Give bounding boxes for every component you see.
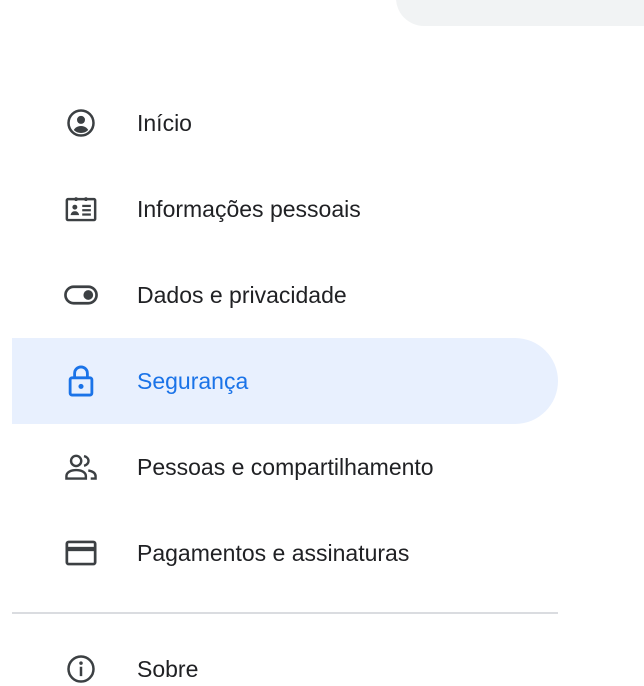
nav-item-informacoes-pessoais[interactable]: Informações pessoais [0, 166, 644, 252]
nav-item-label: Informações pessoais [137, 195, 361, 222]
id-card-icon [61, 189, 101, 229]
nav-item-label: Sobre [137, 655, 199, 682]
nav-item-sobre[interactable]: Sobre [0, 626, 644, 686]
credit-card-icon [61, 533, 101, 573]
nav-item-pessoas-e-compartilhamento[interactable]: Pessoas e compartilhamento [0, 424, 644, 510]
nav-item-pagamentos-e-assinaturas[interactable]: Pagamentos e assinaturas [0, 510, 644, 596]
sidebar-nav: Início Informações pessoais Dados e priv… [0, 80, 644, 596]
nav-item-label: Início [137, 109, 192, 136]
nav-item-label: Dados e privacidade [137, 281, 347, 308]
toggle-icon [61, 275, 101, 315]
nav-item-label: Pagamentos e assinaturas [137, 539, 410, 566]
nav-item-inicio[interactable]: Início [0, 80, 644, 166]
lock-icon [61, 361, 101, 401]
info-icon [61, 649, 101, 686]
nav-item-label: Segurança [137, 367, 249, 394]
account-circle-icon [61, 103, 101, 143]
people-icon [61, 447, 101, 487]
nav-item-seguranca[interactable]: Segurança [12, 338, 558, 424]
nav-item-dados-e-privacidade[interactable]: Dados e privacidade [0, 252, 644, 338]
account-settings-page: Início Informações pessoais Dados e priv… [0, 0, 644, 686]
nav-item-label: Pessoas e compartilhamento [137, 453, 434, 480]
nav-divider [12, 612, 558, 614]
search-bar-edge[interactable] [396, 0, 644, 26]
